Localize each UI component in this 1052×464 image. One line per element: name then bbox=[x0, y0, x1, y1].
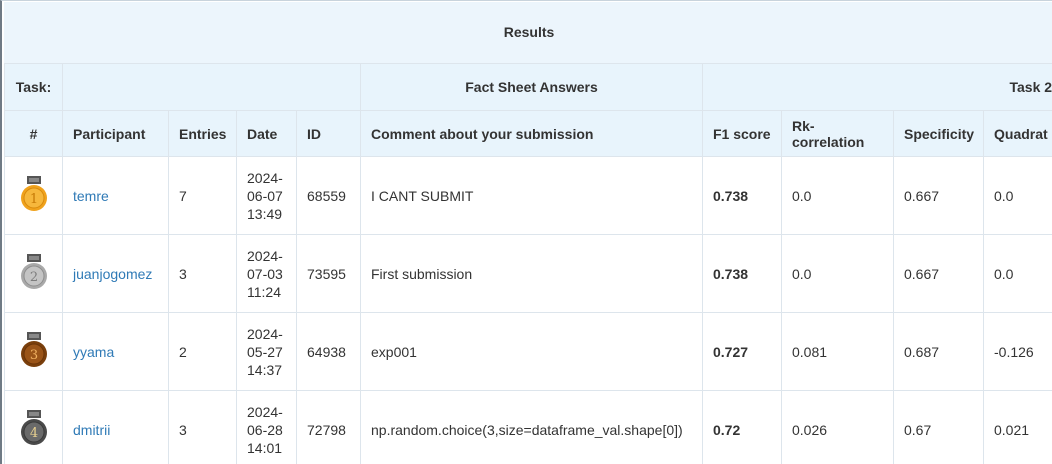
rank-cell: 4 bbox=[4, 390, 63, 464]
rk-correlation-cell: 0.0 bbox=[781, 156, 894, 235]
entries-cell: 3 bbox=[168, 390, 237, 464]
quadratic-cell: 0.021 bbox=[982, 390, 1052, 464]
header-group-task2: Task 2 bbox=[701, 63, 1052, 111]
f1-score-cell: 0.738 bbox=[702, 156, 782, 235]
participant-cell: dmitrii bbox=[62, 390, 169, 464]
column-header-rank[interactable]: # bbox=[4, 110, 63, 157]
gold-medal-icon: 1 bbox=[20, 174, 48, 214]
participant-link[interactable]: juanjogomez bbox=[73, 266, 152, 282]
id-cell: 68559 bbox=[296, 156, 361, 235]
quadratic-cell: 0.0 bbox=[982, 234, 1052, 313]
column-header-rk-correlation[interactable]: Rk-correlation bbox=[781, 110, 894, 157]
rk-correlation-cell: 0.081 bbox=[781, 312, 894, 391]
header-row-groups: Task: Fact Sheet Answers Task 2 bbox=[4, 63, 1052, 111]
column-header-participant[interactable]: Participant bbox=[62, 110, 169, 157]
column-header-quadratic[interactable]: Quadrat bbox=[982, 110, 1052, 157]
svg-text:3: 3 bbox=[29, 348, 37, 363]
svg-text:1: 1 bbox=[29, 192, 37, 207]
table-row: 3 yyama 2 2024- 05-27 14:37 64938 exp001 0… bbox=[4, 312, 1052, 391]
column-header-specificity[interactable]: Specificity bbox=[893, 110, 984, 157]
participant-link[interactable]: temre bbox=[73, 188, 109, 204]
comment-cell: np.random.choice(3,size=dataframe_val.sh… bbox=[360, 390, 703, 464]
specificity-cell: 0.667 bbox=[893, 156, 984, 235]
specificity-cell: 0.687 bbox=[893, 312, 984, 391]
rank-cell: 3 bbox=[4, 312, 63, 391]
header-group-fact-sheet: Fact Sheet Answers bbox=[360, 63, 703, 111]
results-panel: Results Task: Fact Sheet Answers Task 2 … bbox=[0, 0, 1052, 464]
comment-cell: First submission bbox=[360, 234, 703, 313]
table-row: 2 juanjogomez 3 2024- 07-03 11:24 73595 Fi… bbox=[4, 234, 1052, 313]
participant-cell: temre bbox=[62, 156, 169, 235]
date-cell: 2024- 06-28 14:01 bbox=[236, 390, 297, 464]
leaderboard-table: Task: Fact Sheet Answers Task 2 # Partic… bbox=[4, 63, 1052, 464]
rank-cell: 1 bbox=[4, 156, 63, 235]
header-group-blank bbox=[62, 63, 361, 111]
rank-cell: 2 bbox=[4, 234, 63, 313]
participant-link[interactable]: dmitrii bbox=[73, 422, 110, 438]
participant-link[interactable]: yyama bbox=[73, 344, 114, 360]
f1-score-cell: 0.738 bbox=[702, 234, 782, 313]
quadratic-cell: -0.126 bbox=[982, 312, 1052, 391]
table-row: 4 dmitrii 3 2024- 06-28 14:01 72798 np.ran… bbox=[4, 390, 1052, 464]
column-header-id[interactable]: ID bbox=[296, 110, 361, 157]
date-cell: 2024- 05-27 14:37 bbox=[236, 312, 297, 391]
participant-cell: juanjogomez bbox=[62, 234, 169, 313]
participant-cell: yyama bbox=[62, 312, 169, 391]
comment-cell: exp001 bbox=[360, 312, 703, 391]
specificity-cell: 0.667 bbox=[893, 234, 984, 313]
results-title: Results bbox=[4, 2, 1052, 64]
date-cell: 2024- 06-07 13:49 bbox=[236, 156, 297, 235]
svg-text:4: 4 bbox=[29, 426, 37, 441]
rk-correlation-cell: 0.026 bbox=[781, 390, 894, 464]
date-cell: 2024- 07-03 11:24 bbox=[236, 234, 297, 313]
rk-correlation-cell: 0.0 bbox=[781, 234, 894, 313]
header-row-columns: # Participant Entries Date ID Comment ab… bbox=[4, 110, 1052, 157]
column-header-comment[interactable]: Comment about your submission bbox=[360, 110, 703, 157]
column-header-entries[interactable]: Entries bbox=[168, 110, 237, 157]
column-header-date[interactable]: Date bbox=[236, 110, 297, 157]
quadratic-cell: 0.0 bbox=[982, 156, 1052, 235]
id-cell: 72798 bbox=[296, 390, 361, 464]
id-cell: 73595 bbox=[296, 234, 361, 313]
svg-text:2: 2 bbox=[29, 270, 37, 285]
silver-medal-icon: 2 bbox=[20, 252, 48, 292]
entries-cell: 3 bbox=[168, 234, 237, 313]
task-label: Task: bbox=[4, 63, 63, 111]
column-header-f1-score[interactable]: F1 score bbox=[702, 110, 782, 157]
f1-score-cell: 0.727 bbox=[702, 312, 782, 391]
entries-cell: 2 bbox=[168, 312, 237, 391]
id-cell: 64938 bbox=[296, 312, 361, 391]
bronze-medal-icon: 3 bbox=[20, 330, 48, 370]
entries-cell: 7 bbox=[168, 156, 237, 235]
table-row: 1 temre 7 2024- 06-07 13:49 68559 I CANT S… bbox=[4, 156, 1052, 235]
specificity-cell: 0.67 bbox=[893, 390, 984, 464]
fourth-medal-icon: 4 bbox=[20, 408, 48, 448]
f1-score-cell: 0.72 bbox=[702, 390, 782, 464]
comment-cell: I CANT SUBMIT bbox=[360, 156, 703, 235]
